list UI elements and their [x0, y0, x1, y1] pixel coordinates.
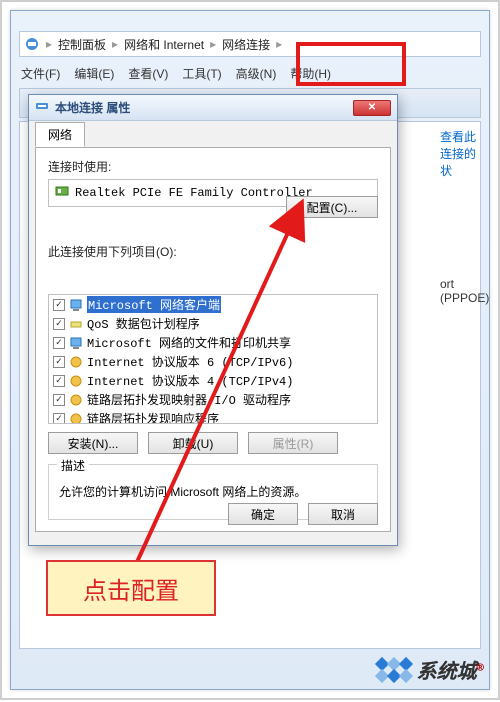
pppoe-label: ort (PPPOE) — [440, 277, 489, 305]
close-button[interactable]: ✕ — [353, 100, 391, 116]
protocol-icon — [69, 355, 83, 369]
chevron-right-icon: ▸ — [46, 37, 52, 51]
properties-button[interactable]: 属性(R) — [248, 432, 338, 454]
view-connection-status-link[interactable]: 查看此连接的状 — [440, 122, 480, 185]
qos-icon — [69, 317, 83, 331]
close-icon: ✕ — [368, 102, 376, 113]
list-item-label: 链路层拓扑发现响应程序 — [87, 410, 219, 424]
list-item-label: Internet 协议版本 6 (TCP/IPv6) — [87, 353, 293, 370]
list-item[interactable]: ✓ 链路层拓扑发现响应程序 — [49, 409, 377, 424]
tab-strip: 网络 — [35, 125, 391, 147]
list-item-label: 链路层拓扑发现映射器 I/O 驱动程序 — [87, 391, 291, 408]
tab-network[interactable]: 网络 — [35, 122, 85, 147]
client-icon — [69, 298, 83, 312]
annotation-callout: 点击配置 — [46, 560, 216, 616]
watermark-logo-icon — [377, 659, 411, 681]
checkbox[interactable]: ✓ — [53, 356, 65, 368]
breadcrumb[interactable]: ▸ 控制面板 ▸ 网络和 Internet ▸ 网络连接 ▸ — [19, 31, 481, 57]
chevron-right-icon: ▸ — [210, 37, 216, 51]
configure-button[interactable]: 配置(C)... — [286, 196, 378, 218]
menu-advanced[interactable]: 高级(N) — [236, 65, 277, 82]
checkbox[interactable]: ✓ — [53, 394, 65, 406]
breadcrumb-seg-1[interactable]: 控制面板 — [58, 36, 106, 53]
list-item[interactable]: ✓ Internet 协议版本 6 (TCP/IPv6) — [49, 352, 377, 371]
protocol-icon — [69, 393, 83, 407]
checkbox[interactable]: ✓ — [53, 337, 65, 349]
uninstall-button[interactable]: 卸载(U) — [148, 432, 238, 454]
menu-edit[interactable]: 编辑(E) — [74, 65, 114, 82]
connect-using-label: 连接时使用: — [48, 158, 378, 175]
list-item-label: QoS 数据包计划程序 — [87, 315, 200, 332]
list-item[interactable]: ✓ 链路层拓扑发现映射器 I/O 驱动程序 — [49, 390, 377, 409]
list-item[interactable]: ✓ Microsoft 网络客户端 — [49, 295, 377, 314]
breadcrumb-seg-3[interactable]: 网络连接 — [222, 36, 270, 53]
client-icon — [69, 336, 83, 350]
checkbox[interactable]: ✓ — [53, 375, 65, 387]
network-center-icon — [24, 36, 40, 52]
checkbox[interactable]: ✓ — [53, 299, 65, 311]
list-item[interactable]: ✓ Internet 协议版本 4 (TCP/IPv4) — [49, 371, 377, 390]
protocol-icon — [69, 374, 83, 388]
watermark-text: 系统城® — [417, 655, 484, 684]
menu-help[interactable]: 帮助(H) — [290, 65, 331, 82]
list-item-label: Microsoft 网络客户端 — [87, 296, 221, 313]
list-item-label: Internet 协议版本 4 (TCP/IPv4) — [87, 372, 293, 389]
callout-text: 点击配置 — [83, 571, 179, 606]
description-legend: 描述 — [57, 457, 89, 474]
chevron-right-icon: ▸ — [112, 37, 118, 51]
cancel-button[interactable]: 取消 — [308, 503, 378, 525]
menu-view[interactable]: 查看(V) — [128, 65, 168, 82]
dialog-title-bar[interactable]: 本地连接 属性 ✕ — [29, 95, 397, 121]
checkbox[interactable]: ✓ — [53, 413, 65, 425]
watermark: 系统城® — [377, 655, 484, 684]
chevron-right-icon: ▸ — [276, 37, 282, 51]
network-adapter-icon — [35, 99, 49, 116]
network-items-list[interactable]: ✓ Microsoft 网络客户端 ✓ QoS 数据包计划程序 ✓ Micros… — [48, 294, 378, 424]
menu-file[interactable]: 文件(F) — [21, 65, 60, 82]
install-button[interactable]: 安装(N)... — [48, 432, 138, 454]
list-item[interactable]: ✓ QoS 数据包计划程序 — [49, 314, 377, 333]
list-item-label: Microsoft 网络的文件和打印机共享 — [87, 334, 291, 351]
dialog-body: 连接时使用: Realtek PCIe FE Family Controller… — [35, 147, 391, 532]
menu-bar: 文件(F) 编辑(E) 查看(V) 工具(T) 高级(N) 帮助(H) — [19, 61, 481, 86]
network-card-icon — [55, 184, 69, 202]
dialog-title: 本地连接 属性 — [55, 99, 130, 116]
checkbox[interactable]: ✓ — [53, 318, 65, 330]
ok-button[interactable]: 确定 — [228, 503, 298, 525]
description-text: 允许您的计算机访问 Microsoft 网络上的资源。 — [59, 485, 306, 499]
list-item[interactable]: ✓ Microsoft 网络的文件和打印机共享 — [49, 333, 377, 352]
menu-tools[interactable]: 工具(T) — [182, 65, 221, 82]
connection-properties-dialog: 本地连接 属性 ✕ 网络 连接时使用: Realtek PCIe FE Fami… — [28, 94, 398, 546]
protocol-icon — [69, 412, 83, 425]
items-label: 此连接使用下列项目(O): — [48, 243, 378, 260]
breadcrumb-seg-2[interactable]: 网络和 Internet — [124, 36, 204, 53]
adapter-name-text: Realtek PCIe FE Family Controller — [75, 186, 313, 200]
